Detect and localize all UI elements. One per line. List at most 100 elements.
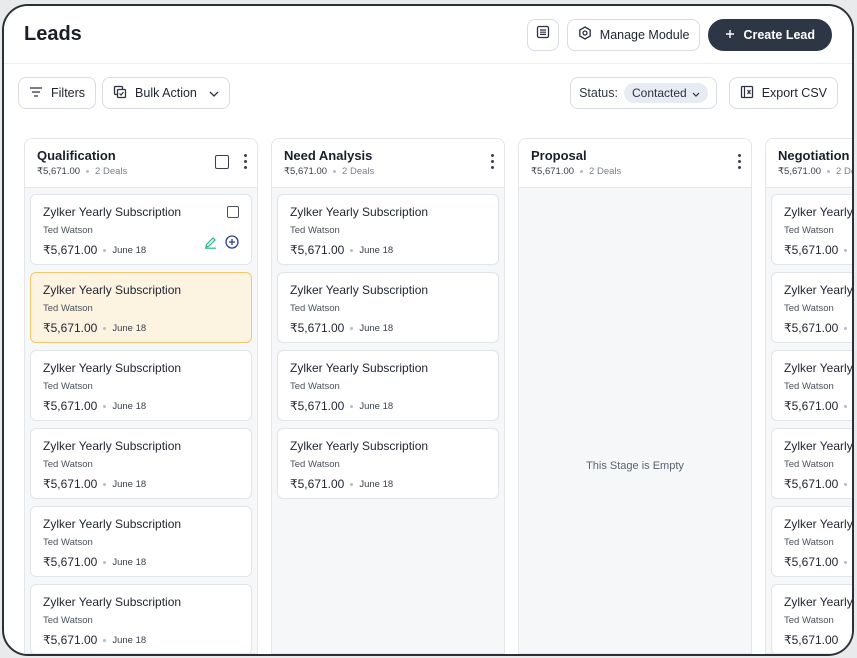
deal-title: Zylker Yearly Subscription — [43, 595, 182, 609]
deal-owner: Ted Watson — [784, 615, 834, 626]
deal-card[interactable]: Zylker Yearly Subscription Ted Watson ₹5… — [30, 584, 252, 653]
page-header: Leads Manage Module Create Lead — [4, 6, 852, 64]
column-title: Proposal — [531, 148, 587, 163]
column-tools — [215, 154, 247, 169]
column-title: Negotiation — [778, 148, 850, 163]
deal-amount: ₹5,671.00 — [784, 321, 839, 335]
column-amount: ₹5,671.00 — [284, 166, 328, 177]
more-options-icon[interactable] — [737, 154, 741, 169]
bulk-action-dropdown[interactable]: Bulk Action — [102, 77, 230, 109]
deal-card-selected[interactable]: Zylker Yearly Subscription Ted Watson ₹5… — [30, 272, 252, 343]
deal-owner: Ted Watson — [43, 381, 93, 392]
deal-footer: ₹5,671.00 June 18 — [43, 399, 239, 413]
deal-amount: ₹5,671.00 — [43, 477, 98, 491]
deal-footer: ₹5,671.00 — [784, 633, 852, 647]
deal-card[interactable]: Zylker Yearly Ted Watson ₹5,671.00 J — [771, 506, 854, 577]
bulk-action-label: Bulk Action — [135, 86, 197, 100]
deal-owner: Ted Watson — [43, 303, 93, 314]
deal-date: J — [853, 557, 854, 568]
export-icon — [740, 85, 754, 102]
column-title: Need Analysis — [284, 148, 373, 163]
deal-amount: ₹5,671.00 — [784, 633, 839, 647]
deal-card[interactable]: Zylker Yearly Subscription Ted Watson ₹5… — [277, 194, 499, 265]
deal-checkbox[interactable] — [227, 206, 239, 218]
deal-title: Zylker Yearly — [784, 283, 853, 297]
export-csv-label: Export CSV — [761, 86, 827, 100]
app-window: Leads Manage Module Create Lead Filters … — [2, 4, 854, 656]
deal-footer: ₹5,671.00 June 18 — [43, 555, 239, 569]
deal-owner: Ted Watson — [784, 381, 834, 392]
deal-card[interactable]: Zylker Yearly Ted Watson ₹5,671.00 J — [771, 350, 854, 421]
select-all-checkbox[interactable] — [215, 154, 229, 169]
deal-date: June 18 — [112, 478, 147, 490]
column-amount: ₹5,671.00 — [531, 166, 575, 177]
column-header: Proposal ₹5,671.00 2 Deals — [519, 139, 751, 188]
create-lead-button[interactable]: Create Lead — [708, 18, 832, 51]
filters-label: Filters — [51, 86, 86, 100]
stage-column-need-analysis: Need Analysis ₹5,671.00 2 Deals Zylker Ye… — [271, 138, 505, 654]
deal-title: Zylker Yearly Subscription — [43, 283, 182, 297]
header-actions: Manage Module Create Lead — [526, 18, 832, 51]
deal-amount: ₹5,671.00 — [290, 477, 345, 491]
deal-owner: Ted Watson — [290, 459, 340, 470]
column-tools — [490, 154, 494, 169]
deal-footer: ₹5,671.00 J — [784, 399, 854, 413]
deal-amount: ₹5,671.00 — [784, 399, 839, 413]
deal-card[interactable]: Zylker Yearly Subscription Ted Watson ₹5… — [277, 350, 499, 421]
deal-date: June 18 — [359, 322, 394, 334]
deal-date: June 18 — [112, 322, 147, 334]
chevron-down-icon — [209, 86, 219, 100]
deal-owner: Ted Watson — [784, 303, 834, 314]
deal-title: Zylker Yearly Subscription — [290, 283, 429, 297]
kanban-board: Qualification ₹5,671.00 2 Deals Zylker Ye… — [24, 138, 852, 654]
deal-date: J — [853, 323, 854, 334]
deal-card[interactable]: Zylker Yearly Ted Watson ₹5,671.00 J — [771, 428, 853, 499]
manage-module-button[interactable]: Manage Module — [566, 18, 701, 51]
deal-date: June 18 — [112, 244, 147, 256]
column-meta: ₹5,671.00 2 Deals — [284, 166, 492, 177]
deal-date: June 18 — [112, 400, 147, 412]
deal-card[interactable]: Zylker Yearly Ted Watson ₹5,671.00 — [771, 584, 852, 653]
edit-icon[interactable] — [204, 236, 217, 254]
deal-card[interactable]: Zylker Yearly Subscription Ted Watson ₹5… — [30, 506, 252, 577]
deal-title: Zylker Yearly Subscription — [43, 439, 182, 453]
deal-title: Zylker Yearly — [784, 517, 853, 531]
deal-title: Zylker Yearly — [784, 205, 853, 219]
deal-amount: ₹5,671.00 — [784, 243, 839, 257]
deal-card[interactable]: Zylker Yearly Ted Watson ₹5,671.00 J — [771, 194, 854, 265]
deal-title: Zylker Yearly Subscription — [290, 205, 429, 219]
status-select[interactable]: Contacted — [623, 83, 708, 103]
deal-title: Zylker Yearly — [784, 439, 853, 453]
deal-amount: ₹5,671.00 — [43, 633, 98, 647]
deal-card[interactable]: Zylker Yearly Subscription Ted Watson ₹5… — [30, 350, 252, 421]
deal-amount: ₹5,671.00 — [43, 243, 98, 257]
column-header: Negotiation ₹5,671.00 2 De — [766, 139, 852, 188]
column-meta: ₹5,671.00 2 Deals — [531, 166, 739, 177]
status-filter[interactable]: Status: Contacted — [570, 77, 717, 109]
toolbar: Filters Bulk Action Status: Contacted Ex… — [4, 64, 852, 122]
deal-title: Zylker Yearly — [784, 361, 853, 375]
export-csv-button[interactable]: Export CSV — [728, 77, 838, 109]
deal-card[interactable]: Zylker Yearly Ted Watson ₹5,671.00 J — [771, 272, 854, 343]
more-options-icon[interactable] — [243, 154, 247, 169]
deal-title: Zylker Yearly Subscription — [43, 361, 182, 375]
deal-card[interactable]: Zylker Yearly Subscription Ted Watson ₹5… — [30, 194, 252, 265]
deal-footer: ₹5,671.00 June 18 — [290, 321, 486, 335]
deal-card[interactable]: Zylker Yearly Subscription Ted Watson ₹5… — [277, 272, 499, 343]
card-list: Zylker Yearly Subscription Ted Watson ₹5… — [25, 188, 257, 653]
stage-column-negotiation: Negotiation ₹5,671.00 2 De Zylker Yearly … — [765, 138, 854, 654]
add-circle-icon[interactable] — [225, 235, 239, 254]
deal-date: J — [853, 401, 854, 412]
deal-card[interactable]: Zylker Yearly Subscription Ted Watson ₹5… — [30, 428, 252, 499]
status-label: Status: — [579, 86, 618, 100]
filters-button[interactable]: Filters — [18, 77, 97, 109]
more-options-icon[interactable] — [490, 154, 494, 169]
page-title: Leads — [24, 23, 82, 45]
deal-footer: ₹5,671.00 J — [784, 321, 854, 335]
deal-date: J — [853, 245, 854, 256]
empty-stage-message: This Stage is Empty — [586, 460, 684, 472]
deal-card[interactable]: Zylker Yearly Subscription Ted Watson ₹5… — [277, 428, 499, 499]
view-toggle-button[interactable] — [526, 18, 559, 51]
deal-footer: ₹5,671.00 June 18 — [43, 321, 239, 335]
column-amount: ₹5,671.00 — [778, 166, 822, 177]
